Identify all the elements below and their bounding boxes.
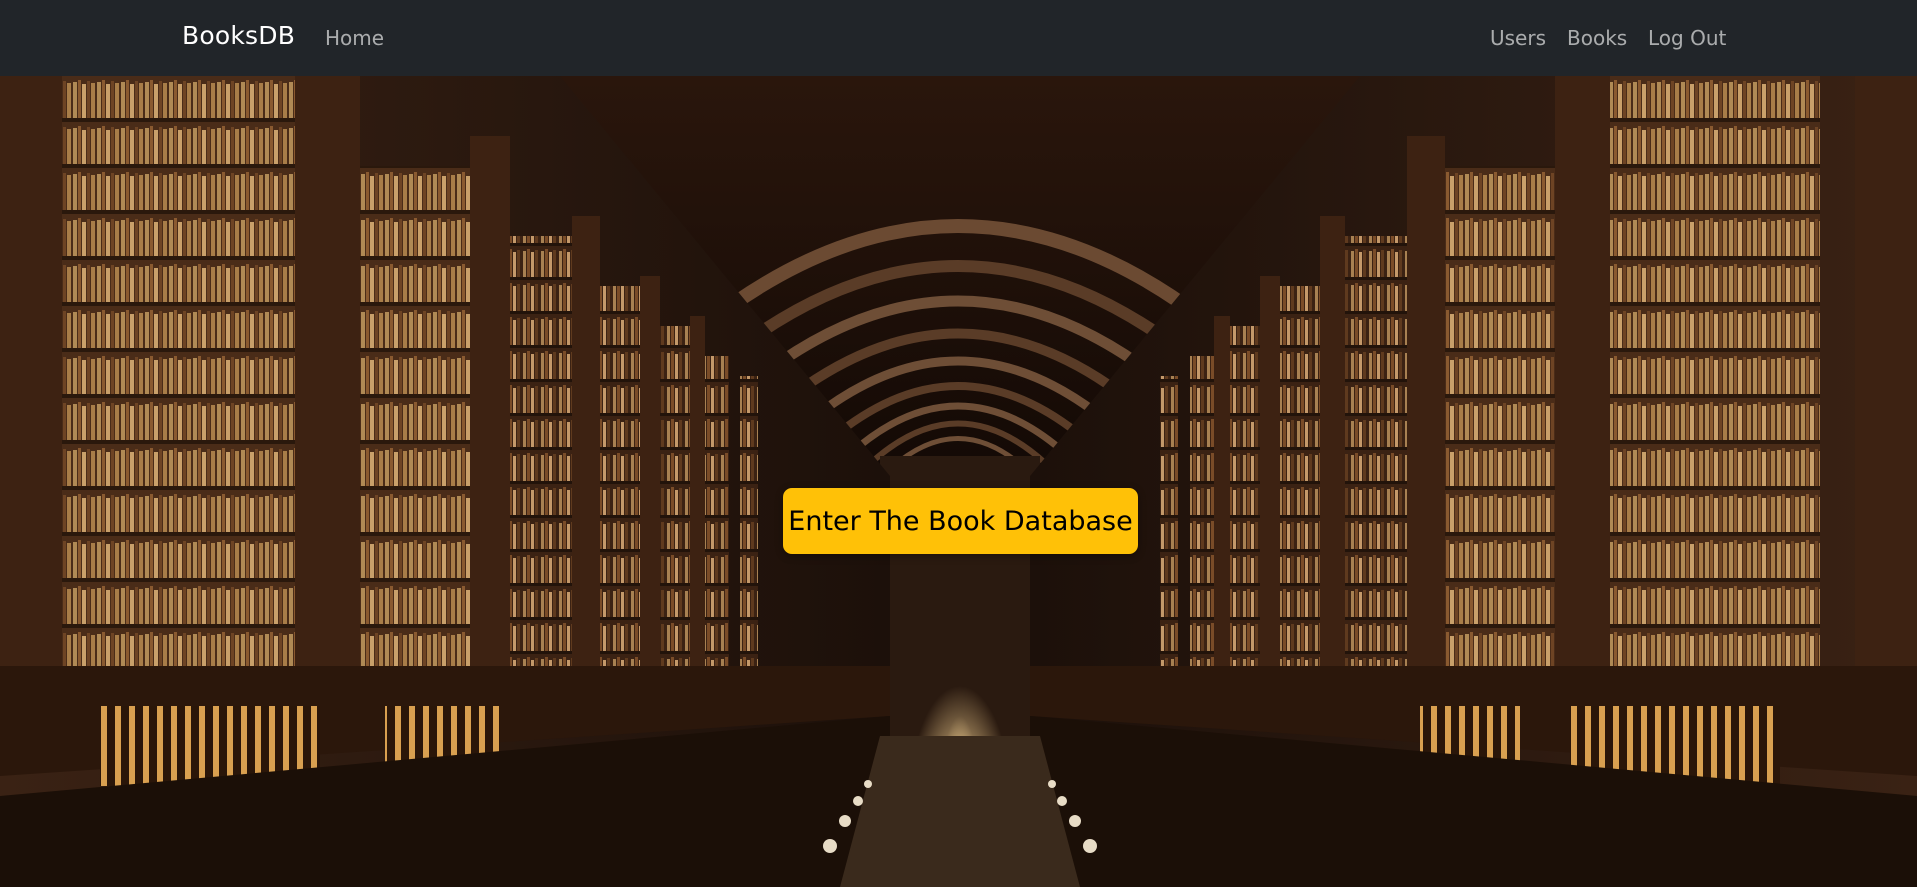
enter-database-button[interactable]: Enter The Book Database	[783, 488, 1138, 554]
top-navbar: BooksDB Home Users Books Log Out	[0, 0, 1917, 76]
nav-users-link[interactable]: Users	[1490, 26, 1546, 50]
library-background-image	[0, 76, 1917, 887]
hero-section: Enter The Book Database	[0, 76, 1917, 887]
nav-home-link[interactable]: Home	[325, 26, 384, 50]
nav-books-link[interactable]: Books	[1567, 26, 1627, 50]
brand-link[interactable]: BooksDB	[182, 21, 295, 50]
nav-logout-link[interactable]: Log Out	[1648, 26, 1726, 50]
